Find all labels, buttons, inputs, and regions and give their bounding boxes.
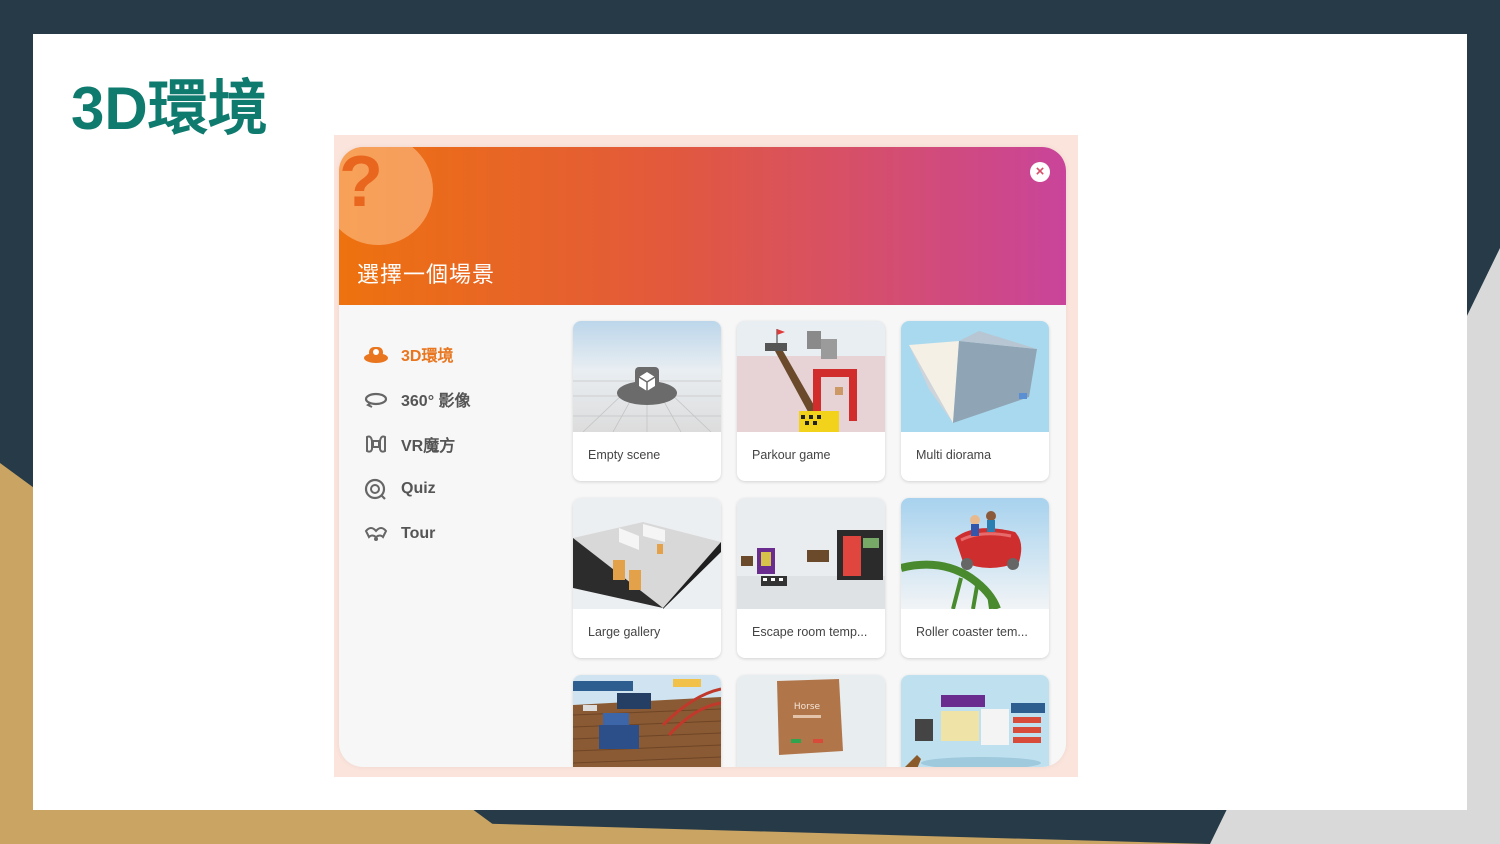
scene-card-horse[interactable]: Horse <box>737 675 885 767</box>
scene-thumbnail <box>901 675 1049 767</box>
dialog-header: ? 選擇一個場景 × <box>339 147 1066 305</box>
scene-label: Roller coaster tem... <box>916 625 1028 639</box>
scene-label: Empty scene <box>588 448 661 462</box>
help-badge: ? <box>339 147 433 245</box>
sidebar-item-label: 360° 影像 <box>401 392 471 410</box>
scene-thumbnail: Horse <box>737 675 885 767</box>
scene-thumbnail <box>573 675 721 767</box>
sidebar-item-merge-cube[interactable]: VR魔方 <box>363 421 563 466</box>
scene-picker-dialog: ? 選擇一個場景 × 3D環境 360° 影像 VR魔方 Quiz Tour E… <box>339 147 1066 767</box>
sidebar-item-quiz[interactable]: Quiz <box>363 466 563 511</box>
quiz-icon <box>363 478 389 500</box>
scene-thumbnail <box>573 321 721 432</box>
sidebar-item-tour[interactable]: Tour <box>363 511 563 556</box>
dialog-title: 選擇一個場景 <box>357 262 496 287</box>
scene-card-roller-coaster[interactable]: Roller coaster tem... <box>901 498 1049 658</box>
rotate-360-icon <box>363 388 389 410</box>
scene-label: Multi diorama <box>916 448 992 462</box>
scene-thumbnail <box>573 498 721 609</box>
sidebar-item-label: 3D環境 <box>401 347 454 365</box>
sidebar-item-label: VR魔方 <box>401 437 456 455</box>
hat-icon <box>363 343 389 365</box>
sidebar-item-label: Tour <box>401 524 436 542</box>
help-icon: ? <box>339 147 383 222</box>
scene-label: Escape room temp... <box>752 625 868 639</box>
scene-card-empty-scene[interactable]: Empty scene <box>573 321 721 481</box>
scene-thumbnail <box>737 321 885 432</box>
horse-card-title: Horse <box>794 702 821 712</box>
sidebar-item-3d[interactable]: 3D環境 <box>363 331 563 376</box>
slide-title: 3D環境 <box>71 75 268 142</box>
screenshot-frame: ? 選擇一個場景 × 3D環境 360° 影像 VR魔方 Quiz Tour E… <box>334 135 1078 777</box>
sidebar-item-label: Quiz <box>401 479 436 497</box>
scene-label: Parkour game <box>752 448 831 462</box>
merge-cube-icon <box>363 433 389 455</box>
sidebar-item-360[interactable]: 360° 影像 <box>363 376 563 421</box>
scene-card-multi-diorama[interactable]: Multi diorama <box>901 321 1049 481</box>
scene-card-large-gallery[interactable]: Large gallery <box>573 498 721 658</box>
category-sidebar: 3D環境 360° 影像 VR魔方 Quiz Tour <box>363 331 563 556</box>
scene-card-exhibition[interactable] <box>901 675 1049 767</box>
close-icon[interactable]: × <box>1030 162 1050 182</box>
scene-thumbnail <box>901 321 1049 432</box>
scene-card-parkour-game[interactable]: Parkour game <box>737 321 885 481</box>
slide: 3D環境 ? 選擇一個場景 × 3D環境 360° 影像 VR魔方 Quiz T… <box>33 34 1467 810</box>
scene-label: Large gallery <box>588 625 661 639</box>
scene-thumbnail <box>901 498 1049 609</box>
scene-card-coaster-platform[interactable] <box>573 675 721 767</box>
tour-icon <box>363 523 389 545</box>
scene-card-escape-room[interactable]: Escape room temp... <box>737 498 885 658</box>
scene-thumbnail <box>737 498 885 609</box>
